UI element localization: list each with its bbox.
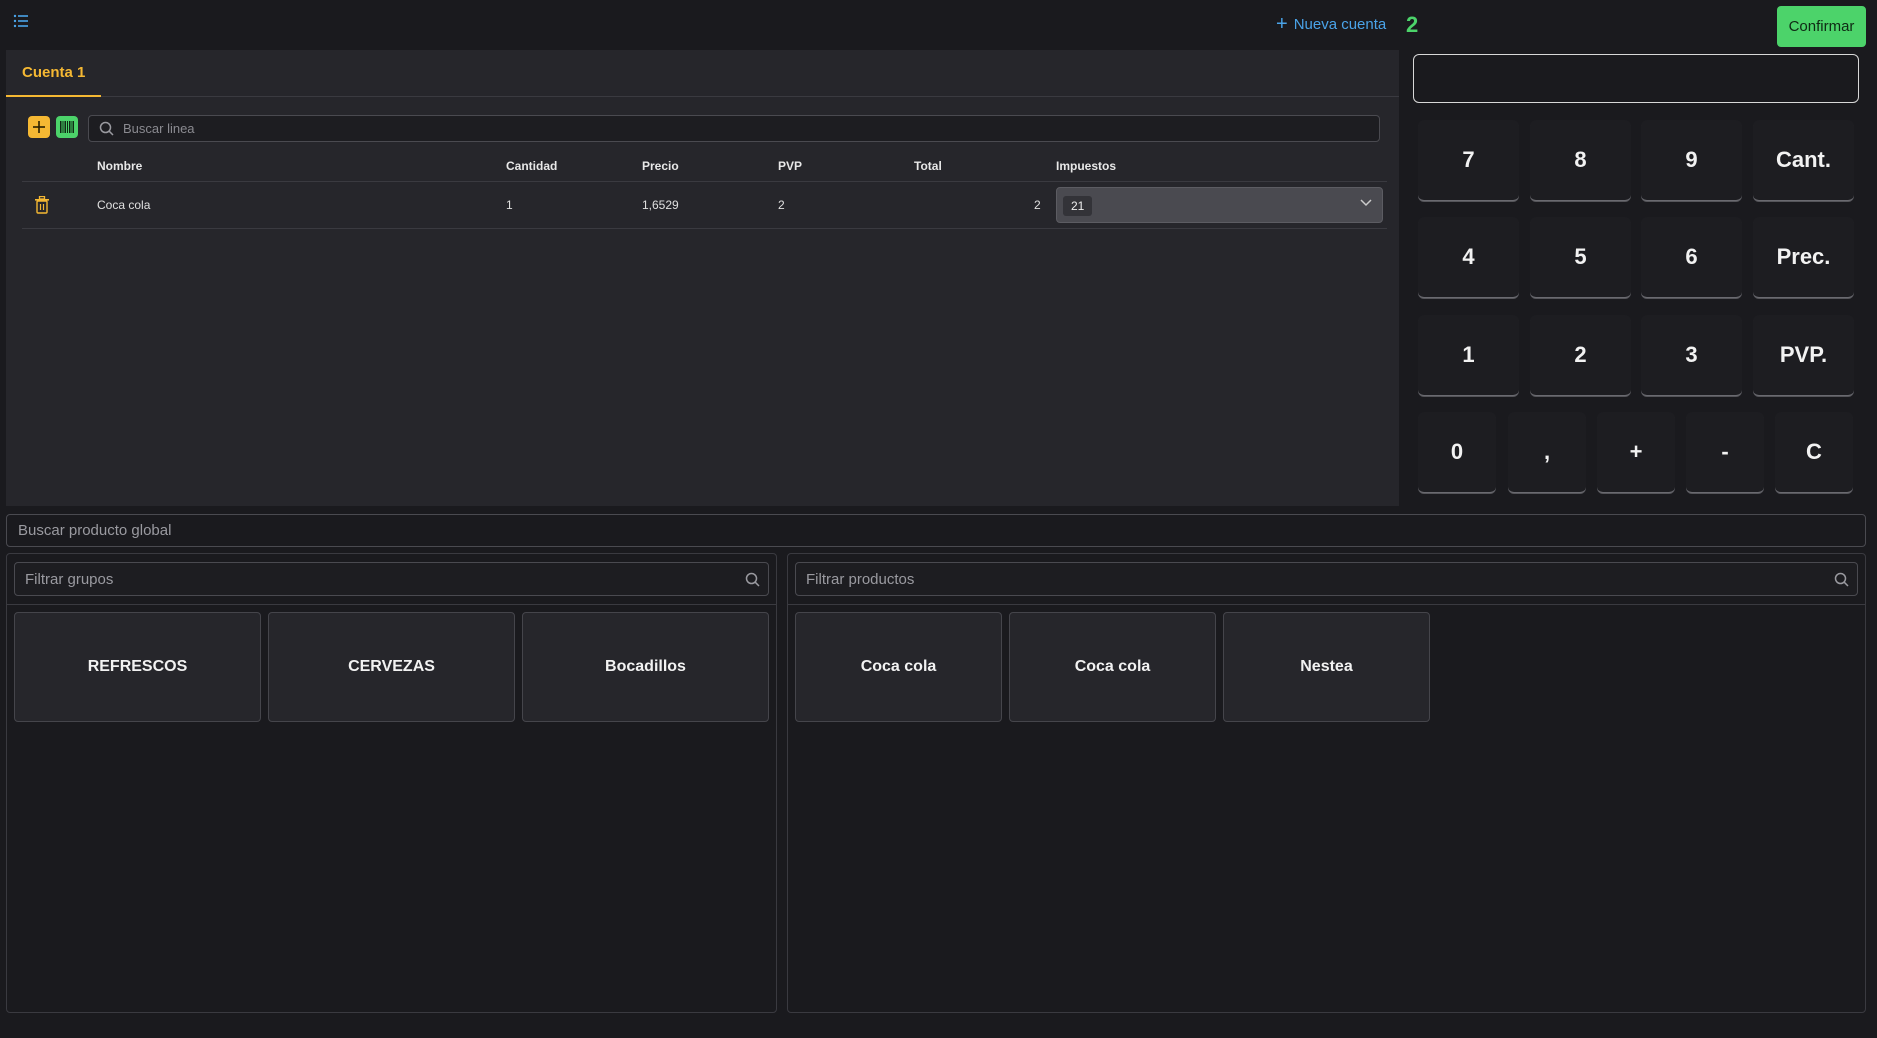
product-tile[interactable]: Coca cola	[1009, 612, 1216, 722]
account-count: 2	[1406, 12, 1419, 37]
new-account-button[interactable]: + Nueva cuenta	[1276, 12, 1386, 36]
key-8[interactable]: 8	[1530, 120, 1631, 201]
groups-panel: REFRESCOS CERVEZAS Bocadillos	[6, 553, 777, 1013]
key-cant[interactable]: Cant.	[1753, 120, 1854, 201]
product-tile[interactable]: Coca cola	[795, 612, 1002, 722]
key-7[interactable]: 7	[1418, 120, 1519, 201]
products-panel: Coca cola Coca cola Nestea	[787, 553, 1866, 1013]
lines-table: Nombre Cantidad Precio PVP Total Impuest…	[22, 150, 1387, 229]
groups-filter-field	[14, 562, 769, 596]
key-0[interactable]: 0	[1418, 412, 1496, 493]
trash-icon[interactable]	[34, 196, 50, 214]
key-6[interactable]: 6	[1641, 217, 1742, 298]
group-tile[interactable]: CERVEZAS	[268, 612, 515, 722]
tax-select[interactable]: 21	[1056, 187, 1383, 223]
key-comma[interactable]: ,	[1508, 412, 1586, 493]
chevron-down-icon	[1360, 199, 1372, 207]
key-minus[interactable]: -	[1686, 412, 1764, 493]
column-header: Precio	[642, 159, 679, 173]
confirm-button[interactable]: Confirmar	[1777, 6, 1866, 47]
key-3[interactable]: 3	[1641, 315, 1742, 396]
list-icon	[13, 14, 28, 28]
tabs-bar: Cuenta 1	[6, 50, 1399, 97]
column-header: Nombre	[97, 159, 143, 173]
cell-precio[interactable]: 1,6529	[642, 198, 679, 212]
column-header: Impuestos	[1056, 159, 1117, 173]
barcode-button[interactable]	[56, 116, 78, 138]
search-icon[interactable]	[745, 572, 760, 587]
key-2[interactable]: 2	[1530, 315, 1631, 396]
global-product-search	[6, 514, 1866, 547]
key-pvp[interactable]: PVP.	[1753, 315, 1854, 396]
key-9[interactable]: 9	[1641, 120, 1742, 201]
barcode-icon	[60, 121, 74, 133]
plus-icon	[33, 121, 45, 133]
divider	[7, 604, 776, 605]
column-header: Total	[914, 159, 942, 173]
cell-cantidad[interactable]: 1	[506, 198, 513, 212]
cell-nombre: Coca cola	[97, 198, 151, 212]
product-tile[interactable]: Nestea	[1223, 612, 1430, 722]
line-search-field	[88, 115, 1380, 142]
cell-pvp[interactable]: 2	[778, 198, 785, 212]
search-icon	[99, 121, 114, 136]
group-tile[interactable]: REFRESCOS	[14, 612, 261, 722]
key-4[interactable]: 4	[1418, 217, 1519, 298]
account-panel: Cuenta 1 Nombre Cantidad Precio PVP	[6, 50, 1399, 506]
group-tile[interactable]: Bocadillos	[522, 612, 769, 722]
table-header: Nombre Cantidad Precio PVP Total Impuest…	[22, 150, 1387, 182]
divider	[788, 604, 1865, 605]
global-search-input[interactable]	[7, 515, 1865, 546]
products-filter-field	[795, 562, 1858, 596]
line-toolbar	[28, 115, 1383, 143]
key-5[interactable]: 5	[1530, 217, 1631, 298]
add-line-button[interactable]	[28, 116, 50, 138]
groups-filter-input[interactable]	[15, 563, 768, 595]
key-1[interactable]: 1	[1418, 315, 1519, 396]
menu-list-icon[interactable]	[12, 12, 34, 34]
tab-account-1[interactable]: Cuenta 1	[6, 50, 102, 97]
cell-total: 2	[1034, 198, 1041, 212]
key-prec[interactable]: Prec.	[1753, 217, 1854, 298]
key-clear[interactable]: C	[1775, 412, 1853, 493]
search-icon[interactable]	[1834, 572, 1849, 587]
tax-chip: 21	[1063, 196, 1093, 216]
plus-icon: +	[1276, 13, 1288, 35]
table-row[interactable]: Coca cola 1 1,6529 2 2 21	[22, 182, 1387, 229]
key-plus[interactable]: +	[1597, 412, 1675, 493]
column-header: Cantidad	[506, 159, 558, 173]
new-account-label: Nueva cuenta	[1293, 15, 1387, 33]
keypad-display[interactable]	[1413, 54, 1859, 103]
products-filter-input[interactable]	[796, 563, 1857, 595]
column-header: PVP	[778, 159, 803, 173]
line-search-input[interactable]	[123, 116, 1373, 141]
